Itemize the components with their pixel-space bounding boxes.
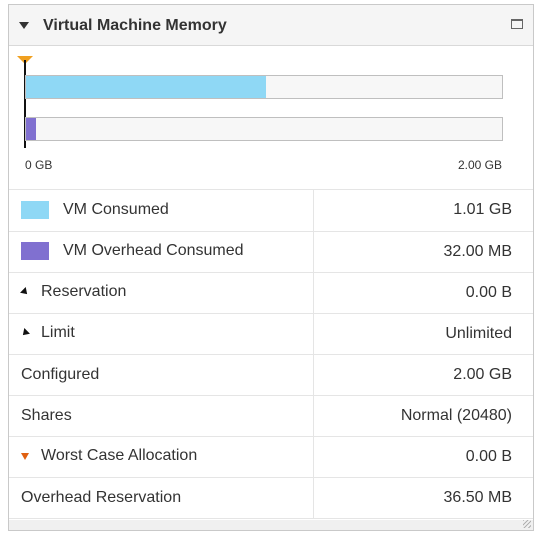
panel-title: Virtual Machine Memory	[43, 17, 227, 34]
reservation-marker-icon	[20, 287, 30, 298]
row-value: 32.00 MB	[313, 231, 533, 273]
row-label: Reservation	[41, 283, 127, 301]
row-label-cell: Limit	[9, 313, 314, 355]
vm-consumed-swatch	[21, 201, 49, 220]
vm-overhead-consumed-bar	[26, 118, 36, 140]
panel-header[interactable]: Virtual Machine Memory	[9, 5, 533, 46]
resize-grip-icon[interactable]	[523, 520, 531, 528]
axis-min-label: 0 GB	[25, 158, 53, 172]
vm-overhead-bar-track	[25, 117, 503, 141]
table-row: Worst Case Allocation 0.00 B	[9, 436, 533, 478]
memory-properties-table: VM Consumed 1.01 GB VM Overhead Consumed…	[9, 190, 533, 519]
row-value: Unlimited	[313, 313, 533, 355]
row-value: 36.50 MB	[313, 477, 533, 519]
row-value: 0.00 B	[313, 436, 533, 478]
vm-consumed-bar-track	[25, 75, 503, 99]
row-value: Normal (20480)	[313, 395, 533, 437]
axis-max-label: 2.00 GB	[457, 158, 502, 172]
limit-marker-icon	[20, 328, 30, 339]
row-label: Shares	[9, 395, 314, 437]
vm-consumed-bar	[26, 76, 267, 98]
vm-memory-panel: Virtual Machine Memory 0 GB 2.00 GB VM C…	[8, 4, 534, 531]
table-row: Reservation 0.00 B	[9, 272, 533, 314]
maximize-icon[interactable]	[511, 19, 523, 29]
row-value: 0.00 B	[313, 272, 533, 314]
table-row: Shares Normal (20480)	[9, 395, 533, 437]
table-row: Overhead Reservation 36.50 MB	[9, 477, 533, 519]
vm-overhead-swatch	[21, 242, 49, 261]
table-row: VM Consumed 1.01 GB	[9, 190, 533, 232]
collapse-triangle-icon[interactable]	[19, 22, 29, 29]
row-label: VM Consumed	[63, 201, 169, 219]
panel-footer	[9, 520, 533, 530]
row-value: 2.00 GB	[313, 354, 533, 396]
table-row: Limit Unlimited	[9, 313, 533, 355]
row-label-cell: VM Overhead Consumed	[9, 231, 314, 273]
worst-case-marker-icon	[21, 452, 29, 460]
row-label: VM Overhead Consumed	[63, 242, 244, 260]
table-row: Configured 2.00 GB	[9, 354, 533, 396]
row-label: Configured	[9, 354, 314, 396]
memory-bar-chart: 0 GB 2.00 GB	[9, 46, 533, 190]
row-label: Limit	[41, 324, 75, 342]
row-label-cell: VM Consumed	[9, 190, 314, 232]
row-label-cell: Worst Case Allocation	[9, 436, 314, 478]
table-row: VM Overhead Consumed 32.00 MB	[9, 231, 533, 273]
row-label: Overhead Reservation	[9, 477, 314, 519]
row-label: Worst Case Allocation	[41, 447, 198, 465]
row-value: 1.01 GB	[313, 190, 533, 232]
row-label-cell: Reservation	[9, 272, 314, 314]
